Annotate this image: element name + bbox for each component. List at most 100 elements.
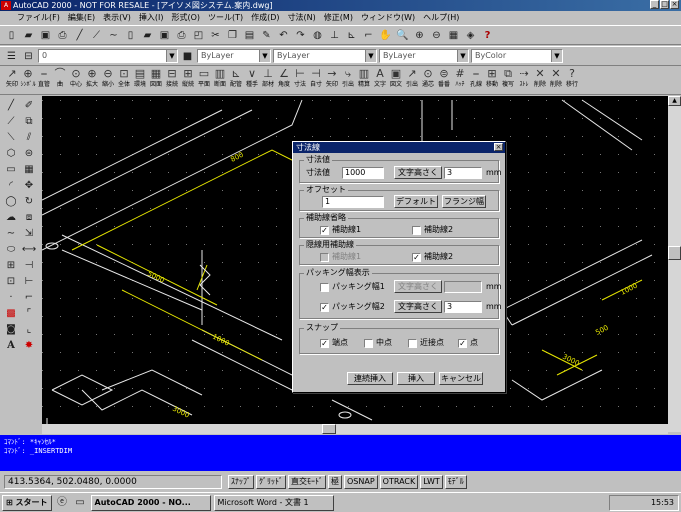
ribbon-button[interactable]: ⊜ 番番 (436, 67, 452, 94)
ribbon-button[interactable]: ∠ 角度 (276, 67, 292, 94)
polyline-icon[interactable]: ⟋ (89, 28, 104, 43)
paste-icon[interactable]: ▤ (242, 28, 257, 43)
cut-icon[interactable]: ✂ (208, 28, 223, 43)
trim-icon[interactable]: ⊣ (20, 258, 38, 274)
menu-edit[interactable]: 編集(E) (64, 11, 99, 25)
desktop-icon[interactable]: ▭ (73, 495, 88, 510)
revcloud-icon[interactable]: ☁ (2, 210, 20, 226)
scale-icon[interactable]: ⧈ (20, 210, 38, 226)
menu-file[interactable]: ファイル(F) (13, 11, 64, 25)
ribbon-button[interactable]: ▤ 環境 (132, 67, 148, 94)
ribbon-button[interactable]: ⇢ ｽﾄﾚ (516, 67, 532, 94)
snap-from-icon[interactable]: ⊾ (344, 28, 359, 43)
layer-combo[interactable]: 0 ▼ (38, 49, 178, 63)
close-icon[interactable]: × (494, 143, 503, 151)
point-icon[interactable]: · (2, 290, 20, 306)
text-height-button[interactable]: 文字高さく (394, 166, 442, 179)
packing2-input[interactable]: 3 (444, 301, 482, 313)
undo-icon[interactable]: ↶ (276, 28, 291, 43)
properties-icon[interactable]: ▦ (446, 28, 461, 43)
task-word[interactable]: Microsoft Word - 文書 1 (213, 494, 334, 511)
insert-block-icon[interactable]: ⊞ (2, 258, 20, 274)
menu-dimension[interactable]: 寸法(N) (284, 11, 320, 25)
packing1-text-height-button[interactable]: 文字高さく (394, 280, 442, 293)
snap-endpoint-checkbox[interactable]: ✓ 端点 (320, 338, 348, 348)
dropdown-arrow-icon[interactable]: ▼ (166, 50, 177, 62)
help-icon[interactable]: ? (480, 28, 495, 43)
ribbon-button[interactable]: ⊾ 配管 (228, 67, 244, 94)
ribbon-button[interactable]: ↗ 矢印 (4, 67, 20, 94)
ribbon-button[interactable]: → 矢印 (324, 67, 340, 94)
design-center-icon[interactable]: ◈ (463, 28, 478, 43)
save-drawing-icon[interactable]: ▣ (157, 28, 172, 43)
text-height-input[interactable]: 3 (444, 167, 482, 179)
ribbon-button[interactable]: ⊣ 自寸 (308, 67, 324, 94)
hatch-icon[interactable]: ▩ (2, 306, 20, 322)
color-combo[interactable]: ByLayer ▼ (197, 49, 271, 63)
close-icon[interactable]: × (670, 0, 679, 9)
spline-tool-icon[interactable]: ∼ (2, 226, 20, 242)
snap-midpoint-checkbox[interactable]: 中点 (364, 338, 392, 348)
ortho-toggle[interactable]: 直交ﾓｰﾄﾞ (288, 475, 326, 489)
ribbon-button[interactable]: ⊡ 全体 (116, 67, 132, 94)
menu-help[interactable]: ヘルプ(H) (419, 11, 463, 25)
preview-icon[interactable]: ◰ (191, 28, 206, 43)
repeat-insert-button[interactable]: 連続挿入 (347, 372, 393, 385)
menu-tools[interactable]: ツール(T) (204, 11, 247, 25)
array-icon[interactable]: ▦ (20, 162, 38, 178)
ribbon-button[interactable]: ▣ 図文 (388, 67, 404, 94)
task-autocad[interactable]: AutoCAD 2000 - NO... (90, 494, 211, 511)
aux1-checkbox[interactable]: ✓ 補助線1 (320, 225, 361, 235)
construction-line-icon[interactable]: ⟋ (2, 114, 20, 130)
command-line[interactable]: ｺﾏﾝﾄﾞ: *ｷｬﾝｾﾙ* ｺﾏﾝﾄﾞ: _INSERTDIM (0, 435, 681, 471)
region-icon[interactable]: ◙ (2, 322, 20, 338)
snap-toggle[interactable]: ｽﾅｯﾌﾟ (228, 475, 254, 489)
new-file-icon[interactable]: ▯ (4, 28, 19, 43)
menu-window[interactable]: ウィンドウ(W) (357, 11, 419, 25)
ribbon-button[interactable]: ▥ 断面 (212, 67, 228, 94)
line-icon[interactable]: ╱ (2, 98, 20, 114)
default-button[interactable]: デフォルト (394, 195, 438, 208)
ribbon-button[interactable]: ↗ 引出 (404, 67, 420, 94)
ribbon-button[interactable]: ⊥ 部材 (260, 67, 276, 94)
polyline-tool-icon[interactable]: ⟍ (2, 130, 20, 146)
snap-nearest-checkbox[interactable]: 近接点 (408, 338, 444, 348)
break-icon[interactable]: ⌐ (20, 290, 38, 306)
maximize-icon[interactable]: □ (660, 0, 669, 9)
copy-object-icon[interactable]: ⧉ (20, 114, 38, 130)
copy-icon[interactable]: ❐ (225, 28, 240, 43)
dropdown-arrow-icon[interactable]: ▼ (365, 50, 376, 62)
dim-value-input[interactable]: 1000 (342, 167, 384, 179)
ribbon-button[interactable]: ⊞ 移動 (484, 67, 500, 94)
mirror-icon[interactable]: ⫽ (20, 130, 38, 146)
ribbon-button[interactable]: ⧉ 複写 (500, 67, 516, 94)
ucs-icon[interactable]: ⌐ (361, 28, 376, 43)
scroll-up-icon[interactable]: ▲ (668, 96, 681, 106)
ie-icon[interactable]: ⓔ (55, 495, 70, 510)
plotstyle-combo[interactable]: ByColor ▼ (471, 49, 563, 63)
ellipse-icon[interactable]: ⬭ (2, 242, 20, 258)
start-button[interactable]: ⊞ スタート (2, 494, 52, 511)
lineweight-combo[interactable]: ByLayer ▼ (379, 49, 469, 63)
ribbon-button[interactable]: ? 移行 (564, 67, 580, 94)
match-properties-icon[interactable]: ✎ (259, 28, 274, 43)
ribbon-button[interactable]: ⎯ 直管 (36, 67, 52, 94)
vertical-scrollbar[interactable]: ▲ (668, 96, 681, 432)
rotate-icon[interactable]: ↻ (20, 194, 38, 210)
polygon-icon[interactable]: ⬡ (2, 146, 20, 162)
otrack-toggle[interactable]: OTRACK (379, 475, 419, 489)
ribbon-button[interactable]: ✕ 削除 (548, 67, 564, 94)
zoom-previous-icon[interactable]: ⊖ (429, 28, 444, 43)
scroll-thumb[interactable] (322, 424, 336, 434)
extend-icon[interactable]: ⊢ (20, 274, 38, 290)
packing1-input[interactable] (444, 281, 482, 293)
ribbon-button[interactable]: ⎯ 孔線 (468, 67, 484, 94)
menu-modify[interactable]: 修正(M) (320, 11, 357, 25)
save-icon[interactable]: ▣ (38, 28, 53, 43)
menu-view[interactable]: 表示(V) (99, 11, 135, 25)
chamfer-icon[interactable]: ⌜ (20, 306, 38, 322)
redo-icon[interactable]: ↷ (293, 28, 308, 43)
ribbon-button[interactable]: ⊖ 縮小 (100, 67, 116, 94)
ribbon-button[interactable]: ⊞ 縦続 (180, 67, 196, 94)
ribbon-button[interactable]: A 文字 (372, 67, 388, 94)
